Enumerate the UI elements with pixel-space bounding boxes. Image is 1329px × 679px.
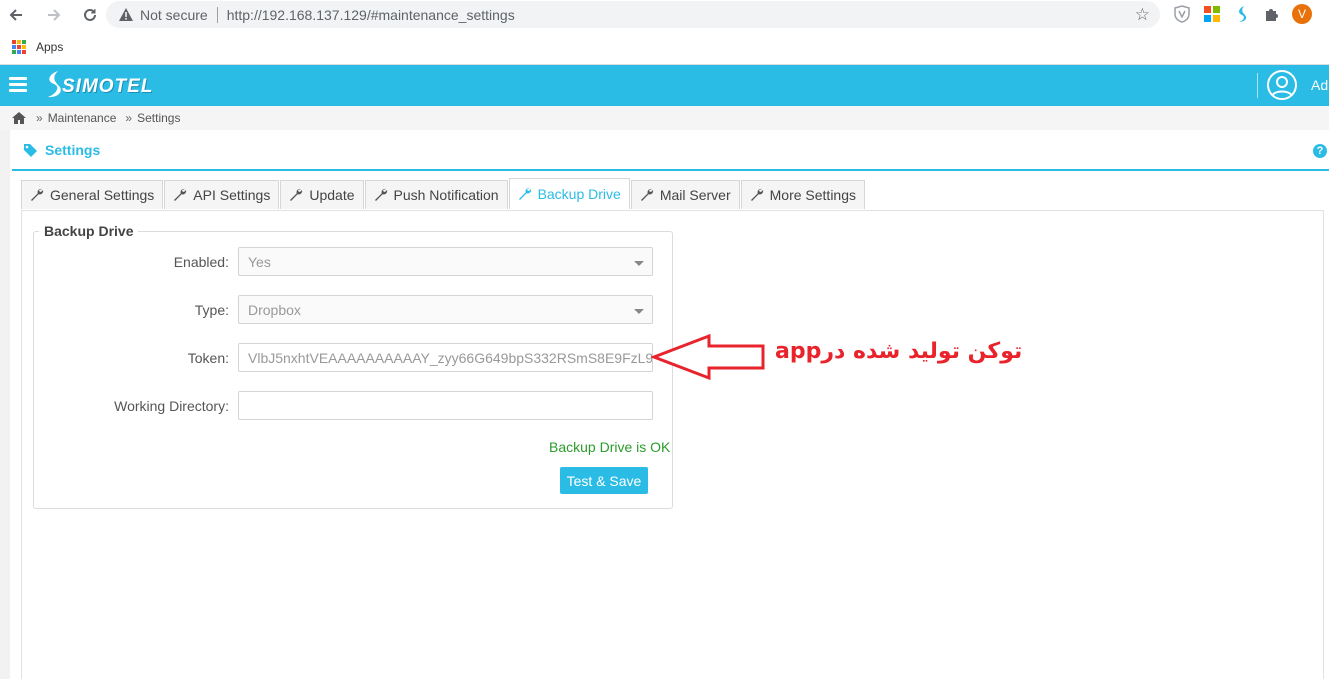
breadcrumb-separator: » bbox=[36, 111, 43, 125]
test-and-save-button[interactable]: Test & Save bbox=[560, 467, 648, 494]
wrench-icon bbox=[374, 188, 387, 201]
home-icon[interactable] bbox=[11, 111, 27, 125]
bookmark-star-icon[interactable]: ☆ bbox=[1135, 5, 1150, 25]
breadcrumb-separator: » bbox=[125, 111, 133, 125]
header-divider bbox=[1257, 73, 1258, 98]
hamburger-menu-icon[interactable] bbox=[9, 77, 27, 93]
annotation-text: توکن تولید شده درapp bbox=[775, 339, 1023, 364]
wrench-icon bbox=[290, 188, 303, 201]
extensions-area: V bbox=[1172, 4, 1312, 24]
tab-mail-server[interactable]: Mail Server bbox=[630, 180, 740, 209]
app-header: SIMOTEL Ad bbox=[0, 65, 1329, 106]
tab-backup-drive[interactable]: Backup Drive bbox=[508, 178, 630, 209]
address-bar[interactable]: Not secure http://192.168.137.129/#maint… bbox=[106, 1, 1160, 28]
tab-label: Update bbox=[309, 187, 355, 203]
simotel-extension-icon[interactable] bbox=[1232, 4, 1252, 24]
tab-push-notification[interactable]: Push Notification bbox=[364, 180, 508, 209]
wrench-icon bbox=[174, 188, 187, 201]
tab-label: Backup Drive bbox=[537, 186, 621, 202]
tab-label: API Settings bbox=[193, 187, 271, 203]
wrench-icon bbox=[750, 188, 763, 201]
apps-bookmark[interactable]: Apps bbox=[36, 40, 63, 54]
wrench-icon bbox=[518, 187, 531, 200]
page-heading: Settings ? bbox=[12, 137, 1329, 171]
divider bbox=[216, 6, 218, 23]
puzzle-extension-icon[interactable] bbox=[1262, 4, 1282, 24]
status-message: Backup Drive is OK bbox=[549, 439, 671, 455]
tab-label: General Settings bbox=[50, 187, 155, 203]
token-input[interactable]: VlbJ5nxhtVEAAAAAAAAAAY_zyy66G649bpS332RS… bbox=[238, 343, 653, 372]
token-value: VlbJ5nxhtVEAAAAAAAAAAY_zyy66G649bpS332RS… bbox=[248, 349, 653, 366]
left-gutter bbox=[0, 130, 10, 679]
logo-text: SIMOTEL bbox=[62, 76, 154, 97]
type-value: Dropbox bbox=[248, 301, 301, 318]
forward-icon[interactable] bbox=[38, 0, 70, 29]
user-avatar-icon[interactable] bbox=[1267, 70, 1297, 100]
wrench-icon bbox=[640, 188, 653, 201]
wrench-icon bbox=[31, 188, 44, 201]
help-icon[interactable]: ? bbox=[1313, 144, 1327, 158]
office-extension-icon[interactable] bbox=[1202, 4, 1222, 24]
tab-more-settings[interactable]: More Settings bbox=[740, 180, 865, 209]
breadcrumb-item-maintenance[interactable]: Maintenance bbox=[48, 111, 117, 125]
warning-icon bbox=[118, 7, 134, 23]
tab-update[interactable]: Update bbox=[280, 180, 364, 209]
working-directory-input[interactable] bbox=[238, 391, 653, 420]
breadcrumb-item-settings: Settings bbox=[137, 111, 181, 125]
tab-label: More Settings bbox=[769, 187, 856, 203]
token-label: Token: bbox=[187, 350, 229, 366]
tab-label: Push Notification bbox=[393, 187, 499, 203]
apps-grid-icon[interactable] bbox=[12, 39, 26, 54]
tag-icon bbox=[24, 144, 37, 157]
not-secure-label: Not secure bbox=[140, 6, 208, 23]
profile-avatar[interactable]: V bbox=[1292, 4, 1312, 24]
chevron-down-icon bbox=[634, 261, 644, 266]
tab-api-settings[interactable]: API Settings bbox=[164, 180, 280, 209]
user-name[interactable]: Ad bbox=[1311, 77, 1328, 93]
breadcrumb: » Maintenance » Settings bbox=[0, 106, 1329, 130]
browser-toolbar: Not secure http://192.168.137.129/#maint… bbox=[0, 0, 1329, 29]
enabled-value: Yes bbox=[248, 253, 271, 270]
bookmarks-bar: Apps bbox=[0, 29, 1329, 65]
enabled-label: Enabled: bbox=[173, 254, 229, 270]
chevron-down-icon bbox=[634, 309, 644, 314]
type-label: Type: bbox=[194, 302, 229, 318]
settings-tabs: General Settings API Settings Update Pus… bbox=[21, 178, 866, 209]
reload-icon[interactable] bbox=[74, 0, 106, 29]
page-title: Settings bbox=[45, 142, 101, 158]
tab-label: Mail Server bbox=[659, 187, 731, 203]
enabled-select[interactable]: Yes bbox=[238, 247, 653, 276]
simotel-logo[interactable]: SIMOTEL bbox=[42, 68, 153, 102]
annotation-arrow-icon bbox=[651, 333, 765, 381]
type-select[interactable]: Dropbox bbox=[238, 295, 653, 324]
working-directory-label: Working Directory: bbox=[114, 398, 229, 414]
back-icon[interactable] bbox=[0, 0, 32, 29]
fieldset-legend: Backup Drive bbox=[39, 223, 139, 239]
shield-extension-icon[interactable] bbox=[1172, 4, 1192, 24]
url-text[interactable]: http://192.168.137.129/#maintenance_sett… bbox=[227, 7, 515, 23]
tab-general-settings[interactable]: General Settings bbox=[21, 180, 164, 209]
